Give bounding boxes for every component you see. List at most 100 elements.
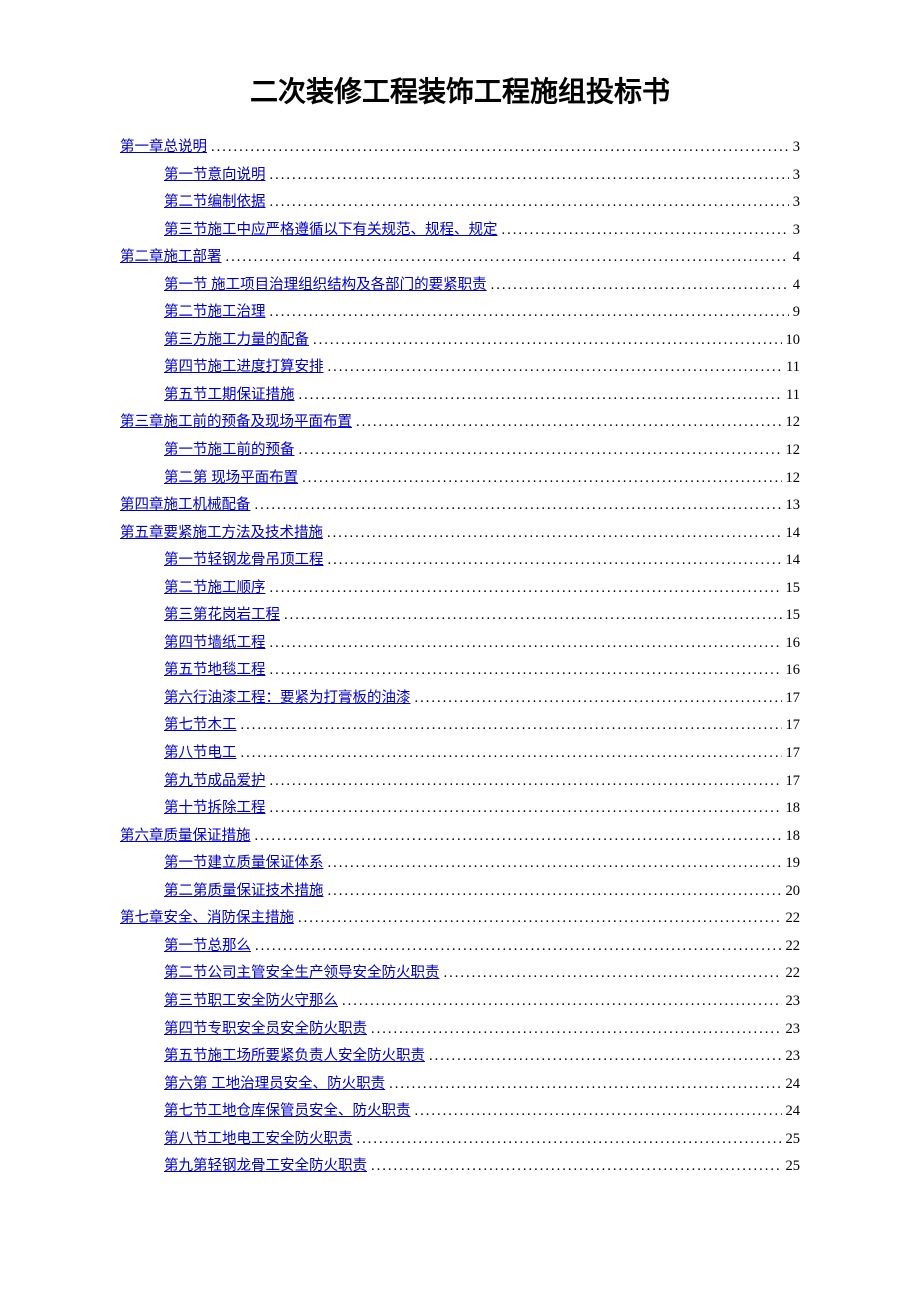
toc-link[interactable]: 第四节施工进度打算安排 (164, 354, 324, 382)
toc-link[interactable]: 第二节施工治理 (164, 299, 266, 327)
toc-link[interactable]: 第四节墙纸工程 (164, 630, 266, 658)
toc-page-number: 17 (786, 768, 801, 796)
toc-entry: 第八节电工 17 (120, 740, 800, 768)
toc-page-number: 23 (786, 1043, 801, 1071)
toc-entry: 第一节建立质量保证体系 19 (120, 850, 800, 878)
toc-link[interactable]: 第二第 现场平面布置 (164, 465, 298, 493)
toc-link[interactable]: 第一节建立质量保证体系 (164, 850, 324, 878)
toc-leader-dots (357, 1126, 782, 1154)
toc-page-number: 11 (786, 382, 800, 410)
toc-leader-dots (270, 795, 782, 823)
toc-page-number: 16 (786, 630, 801, 658)
toc-leader-dots (270, 630, 782, 658)
toc-page-number: 4 (793, 272, 800, 300)
toc-entry: 第十节拆除工程18 (120, 795, 800, 823)
toc-link[interactable]: 第二第质量保证技术措施 (164, 878, 324, 906)
toc-page-number: 12 (786, 437, 801, 465)
toc-link[interactable]: 第二节施工顺序 (164, 575, 266, 603)
toc-link[interactable]: 第三方施工力量的配备 (164, 327, 309, 355)
toc-entry: 第五节施工场所要紧负责人安全防火职责 23 (120, 1043, 800, 1071)
toc-entry: 第二节施工治理 9 (120, 299, 800, 327)
toc-link[interactable]: 第六行油漆工程：要紧为打膏板的油漆 (164, 685, 411, 713)
toc-link[interactable]: 第三节施工中应严格遵循以下有关规范、规程、规定 (164, 217, 498, 245)
toc-link[interactable]: 第一节施工前的预备 (164, 437, 295, 465)
toc-link[interactable]: 第八节工地电工安全防火职责 (164, 1126, 353, 1154)
toc-page-number: 16 (786, 657, 801, 685)
toc-leader-dots (429, 1043, 782, 1071)
toc-entry: 第一节总那么 22 (120, 933, 800, 961)
toc-link[interactable]: 第六第 工地治理员安全、防火职责 (164, 1071, 385, 1099)
toc-link[interactable]: 第七节木工 (164, 712, 237, 740)
toc-link[interactable]: 第三第花岗岩工程 (164, 602, 280, 630)
toc-page-number: 19 (786, 850, 801, 878)
toc-entry: 第二节编制依据3 (120, 189, 800, 217)
toc-page-number: 22 (786, 933, 801, 961)
toc-entry: 第三节施工中应严格遵循以下有关规范、规程、规定 3 (120, 217, 800, 245)
toc-link[interactable]: 第一节轻钢龙骨吊顶工程 (164, 547, 324, 575)
toc-link[interactable]: 第五节工期保证措施 (164, 382, 295, 410)
toc-link[interactable]: 第九第轻钢龙骨工安全防火职责 (164, 1153, 367, 1181)
toc-link[interactable]: 第六章质量保证措施 (120, 823, 251, 851)
toc-leader-dots (255, 933, 782, 961)
toc-leader-dots (389, 1071, 781, 1099)
toc-link[interactable]: 第五节施工场所要紧负责人安全防火职责 (164, 1043, 425, 1071)
toc-link[interactable]: 第一节 施工项目治理组织结构及各部门的要紧职责 (164, 272, 487, 300)
toc-page-number: 23 (786, 988, 801, 1016)
toc-page-number: 10 (786, 327, 801, 355)
toc-page-number: 9 (793, 299, 800, 327)
toc-leader-dots (371, 1016, 782, 1044)
toc-link[interactable]: 第九节成品爱护 (164, 768, 266, 796)
toc-leader-dots (491, 272, 789, 300)
toc-link[interactable]: 第七节工地仓库保管员安全、防火职责 (164, 1098, 411, 1126)
toc-entry: 第三章施工前的预备及现场平面布置12 (120, 409, 800, 437)
toc-page-number: 25 (786, 1126, 801, 1154)
toc-page-number: 3 (793, 134, 800, 162)
toc-leader-dots (270, 768, 782, 796)
toc-link[interactable]: 第一节意向说明 (164, 162, 266, 190)
toc-link[interactable]: 第二节编制依据 (164, 189, 266, 217)
toc-leader-dots (444, 960, 782, 988)
toc-entry: 第一章总说明 3 (120, 134, 800, 162)
toc-page-number: 22 (786, 960, 801, 988)
toc-link[interactable]: 第十节拆除工程 (164, 795, 266, 823)
page-title: 二次装修工程装饰工程施组投标书 (120, 70, 800, 110)
toc-leader-dots (371, 1153, 782, 1181)
toc-entry: 第四节墙纸工程 16 (120, 630, 800, 658)
toc-page-number: 17 (786, 740, 801, 768)
toc-page-number: 23 (786, 1016, 801, 1044)
toc-leader-dots (328, 547, 782, 575)
toc-link[interactable]: 第五节地毯工程 (164, 657, 266, 685)
toc-link[interactable]: 第三节职工安全防火守那么 (164, 988, 338, 1016)
toc-link[interactable]: 第二节公司主管安全生产领导安全防火职责 (164, 960, 440, 988)
toc-leader-dots (327, 520, 782, 548)
toc-entry: 第二第 现场平面布置12 (120, 465, 800, 493)
toc-entry: 第一节轻钢龙骨吊顶工程14 (120, 547, 800, 575)
toc-entry: 第六第 工地治理员安全、防火职责24 (120, 1071, 800, 1099)
toc-link[interactable]: 第四章施工机械配备 (120, 492, 251, 520)
toc-leader-dots (270, 189, 789, 217)
toc-leader-dots (299, 437, 782, 465)
toc-entry: 第七节工地仓库保管员安全、防火职责24 (120, 1098, 800, 1126)
toc-leader-dots (302, 465, 781, 493)
toc-link[interactable]: 第二章施工部署 (120, 244, 222, 272)
toc-link[interactable]: 第八节电工 (164, 740, 237, 768)
toc-link[interactable]: 第三章施工前的预备及现场平面布置 (120, 409, 352, 437)
toc-leader-dots (270, 162, 789, 190)
toc-leader-dots (270, 657, 782, 685)
toc-entry: 第七章安全、消防保主措施22 (120, 905, 800, 933)
toc-entry: 第三第花岗岩工程 15 (120, 602, 800, 630)
toc-entry: 第五节工期保证措施 11 (120, 382, 800, 410)
toc-link[interactable]: 第一章总说明 (120, 134, 207, 162)
toc-entry: 第八节工地电工安全防火职责 25 (120, 1126, 800, 1154)
toc-page-number: 25 (786, 1153, 801, 1181)
toc-page-number: 3 (793, 217, 800, 245)
toc-link[interactable]: 第七章安全、消防保主措施 (120, 905, 294, 933)
toc-link[interactable]: 第四节专职安全员安全防火职责 (164, 1016, 367, 1044)
toc-entry: 第一节施工前的预备 12 (120, 437, 800, 465)
toc-leader-dots (328, 878, 782, 906)
toc-entry: 第四节专职安全员安全防火职责 23 (120, 1016, 800, 1044)
toc-leader-dots (255, 823, 782, 851)
toc-link[interactable]: 第五章要紧施工方法及技术措施 (120, 520, 323, 548)
toc-link[interactable]: 第一节总那么 (164, 933, 251, 961)
toc-page-number: 15 (786, 602, 801, 630)
